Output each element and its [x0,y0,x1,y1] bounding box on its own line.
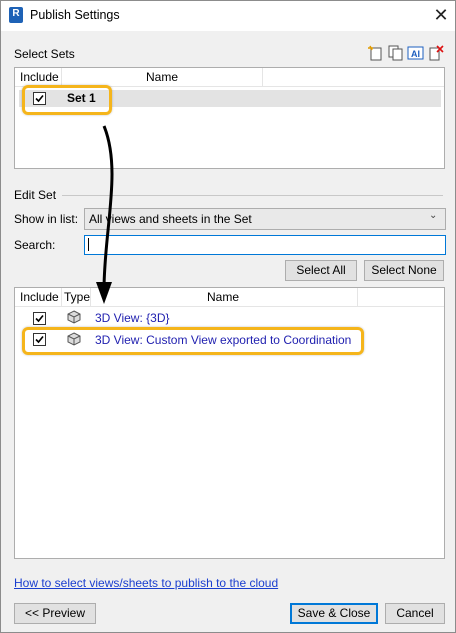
cancel-button[interactable]: Cancel [385,603,445,624]
annotation-arrow [96,125,114,304]
save-close-button[interactable]: Save & Close [290,603,378,624]
preview-button[interactable]: << Preview [14,603,96,624]
help-link[interactable]: How to select views/sheets to publish to… [14,576,278,590]
